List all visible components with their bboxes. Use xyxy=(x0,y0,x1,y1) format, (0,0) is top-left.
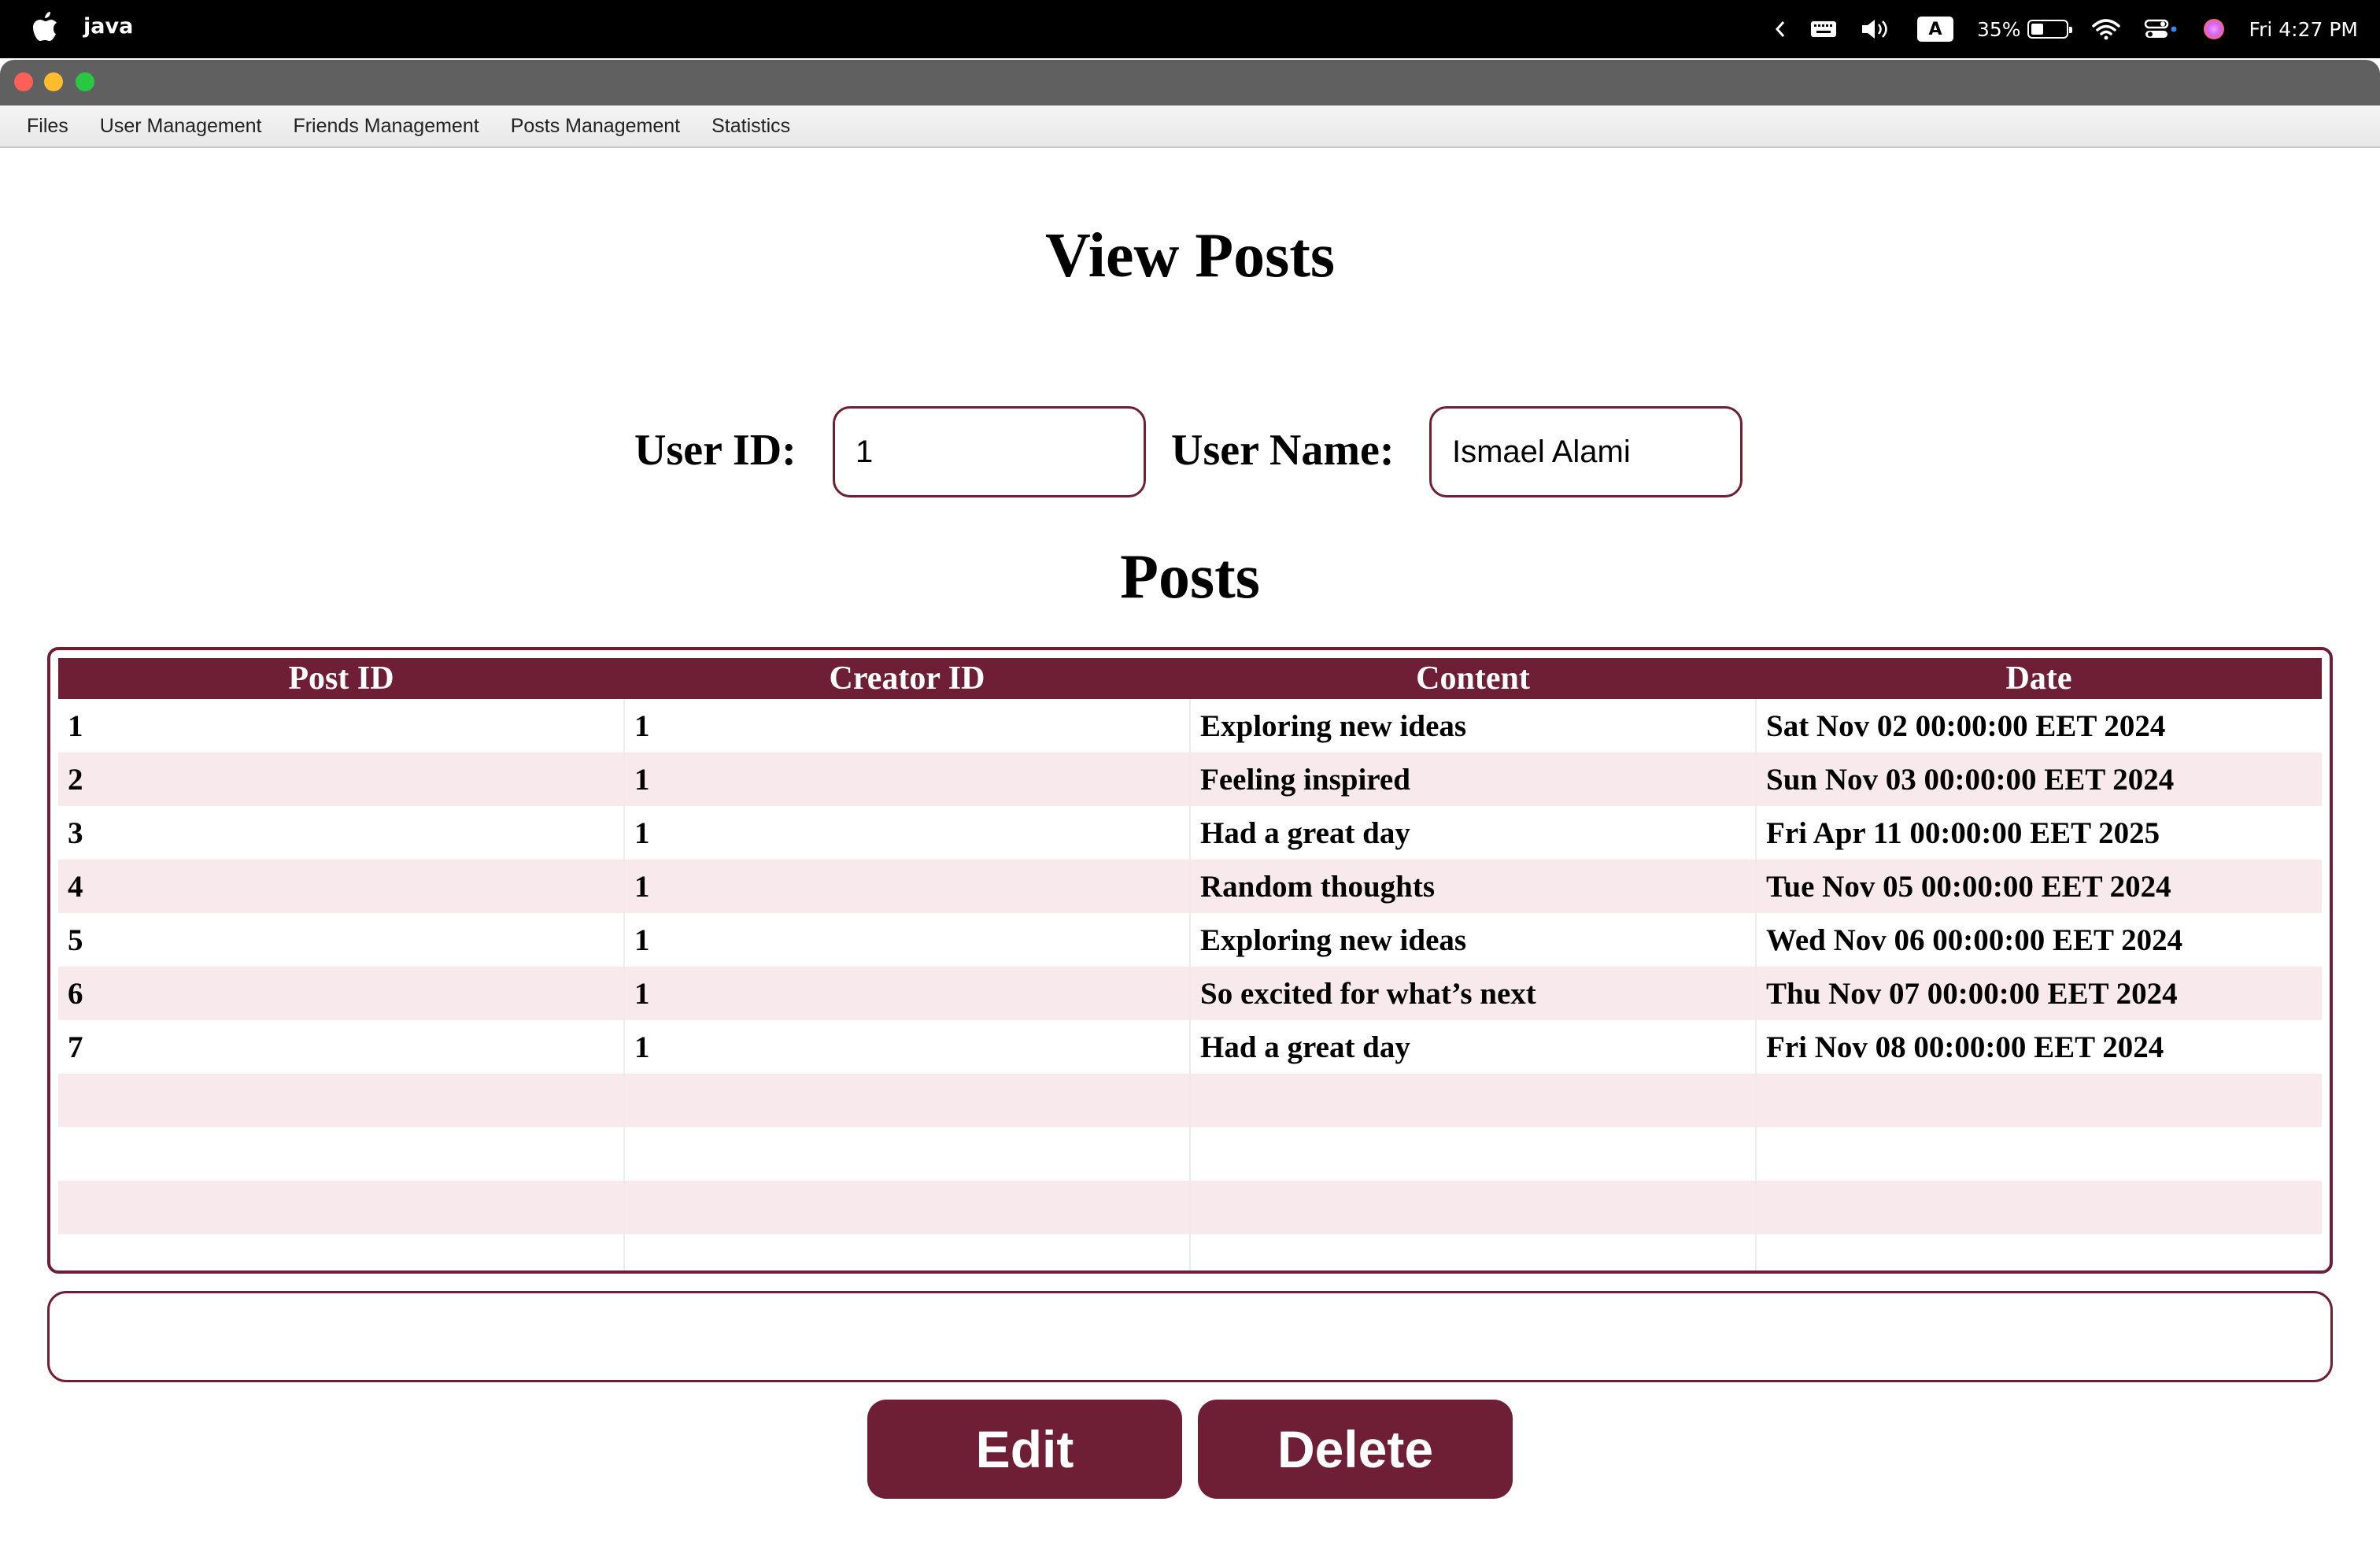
user-name-label: User Name: xyxy=(1171,426,1395,475)
menu-friends-management[interactable]: Friends Management xyxy=(277,115,494,138)
column-header-date[interactable]: Date xyxy=(1756,658,2322,699)
cell-empty[interactable] xyxy=(58,1234,625,1270)
user-id-label: User ID: xyxy=(634,426,796,475)
cell-creator-id[interactable]: 1 xyxy=(624,699,1191,753)
cell-content[interactable]: Had a great day xyxy=(1190,806,1757,860)
table-row[interactable]: 5 1 Exploring new ideas Wed Nov 06 00:00:00… xyxy=(58,913,2322,967)
control-center-icon[interactable] xyxy=(2144,18,2179,40)
close-window-button[interactable] xyxy=(14,72,33,91)
cell-creator-id[interactable]: 1 xyxy=(624,753,1191,806)
menu-files[interactable]: Files xyxy=(11,115,84,138)
cell-creator-id[interactable]: 1 xyxy=(624,913,1191,967)
table-row[interactable]: 3 1 Had a great day Fri Apr 11 00:00:00 EET… xyxy=(58,806,2322,860)
battery-icon[interactable] xyxy=(2027,20,2072,39)
cell-content[interactable]: Feeling inspired xyxy=(1190,753,1757,806)
cell-date[interactable]: Fri Nov 08 00:00:00 EET 2024 xyxy=(1756,1020,2322,1074)
table-row-empty[interactable] xyxy=(58,1181,2322,1234)
menu-posts-management[interactable]: Posts Management xyxy=(495,115,696,138)
menu-user-management[interactable]: User Management xyxy=(84,115,278,138)
app-menu-bar: Files User Management Friends Management… xyxy=(0,105,2380,148)
cell-post-id[interactable]: 7 xyxy=(58,1020,625,1074)
table-row-empty[interactable] xyxy=(58,1074,2322,1127)
edit-button[interactable]: Edit xyxy=(867,1400,1182,1499)
system-menu-bar: java A 35% Fri 4:27 PM xyxy=(0,0,2380,58)
cell-date[interactable]: Thu Nov 07 00:00:00 EET 2024 xyxy=(1756,967,2322,1020)
volume-icon[interactable] xyxy=(1861,18,1894,40)
cell-post-id[interactable]: 4 xyxy=(58,860,625,913)
cell-empty[interactable] xyxy=(1190,1127,1757,1181)
table-row-empty[interactable] xyxy=(58,1234,2322,1270)
page-title: View Posts xyxy=(1044,221,1336,290)
delete-button[interactable]: Delete xyxy=(1198,1400,1513,1499)
table-row[interactable]: 7 1 Had a great day Fri Nov 08 00:00:00 EET… xyxy=(58,1020,2322,1074)
posts-table: Post ID Creator ID Content Date 1 1 Explor… xyxy=(47,647,2333,1274)
cell-creator-id[interactable]: 1 xyxy=(624,806,1191,860)
status-area: A 35% Fri 4:27 PM xyxy=(1750,0,2358,58)
cell-content[interactable]: So excited for what’s next xyxy=(1190,967,1757,1020)
keyboard-icon[interactable] xyxy=(1810,20,1837,39)
table-header-row: Post ID Creator ID Content Date xyxy=(58,658,2322,699)
cell-post-id[interactable]: 6 xyxy=(58,967,625,1020)
cell-content[interactable]: Exploring new ideas xyxy=(1190,699,1757,753)
clock[interactable]: Fri 4:27 PM xyxy=(2249,18,2358,41)
cell-post-id[interactable]: 1 xyxy=(58,699,625,753)
cell-empty[interactable] xyxy=(1756,1181,2322,1234)
cell-empty[interactable] xyxy=(58,1074,625,1127)
cell-creator-id[interactable]: 1 xyxy=(624,860,1191,913)
cell-date[interactable]: Sat Nov 02 00:00:00 EET 2024 xyxy=(1756,699,2322,753)
wifi-icon[interactable] xyxy=(2091,18,2120,40)
column-header-content[interactable]: Content xyxy=(1190,658,1756,699)
cell-content[interactable]: Had a great day xyxy=(1190,1020,1757,1074)
apple-logo-icon[interactable] xyxy=(31,11,58,44)
cell-post-id[interactable]: 5 xyxy=(58,913,625,967)
posts-heading: Posts xyxy=(1120,542,1260,612)
input-source-indicator[interactable]: A xyxy=(1916,17,1953,42)
cell-date[interactable]: Wed Nov 06 00:00:00 EET 2024 xyxy=(1756,913,2322,967)
cell-content[interactable]: Exploring new ideas xyxy=(1190,913,1757,967)
cell-empty[interactable] xyxy=(1190,1181,1757,1234)
cell-empty[interactable] xyxy=(624,1234,1191,1270)
cell-creator-id[interactable]: 1 xyxy=(624,967,1191,1020)
cell-empty[interactable] xyxy=(624,1181,1191,1234)
siri-icon[interactable] xyxy=(2202,17,2226,41)
battery-percent: 35% xyxy=(1976,17,2021,41)
cell-empty[interactable] xyxy=(1756,1127,2322,1181)
user-id-field[interactable]: 1 xyxy=(833,406,1146,497)
cell-content[interactable]: Random thoughts xyxy=(1190,860,1757,913)
user-name-field[interactable]: Ismael Alami xyxy=(1429,406,1743,497)
table-row[interactable]: 1 1 Exploring new ideas Sat Nov 02 00:00:00… xyxy=(58,699,2322,753)
cell-empty[interactable] xyxy=(58,1181,625,1234)
cell-empty[interactable] xyxy=(1756,1234,2322,1270)
cell-empty[interactable] xyxy=(1190,1234,1757,1270)
table-row[interactable]: 2 1 Feeling inspired Sun Nov 03 00:00:00 EE… xyxy=(58,753,2322,806)
cell-date[interactable]: Tue Nov 05 00:00:00 EET 2024 xyxy=(1756,860,2322,913)
cell-date[interactable]: Fri Apr 11 00:00:00 EET 2025 xyxy=(1756,806,2322,860)
cell-post-id[interactable]: 2 xyxy=(58,753,625,806)
minimize-window-button[interactable] xyxy=(44,72,63,91)
chevron-left-icon[interactable] xyxy=(1774,20,1787,39)
column-header-creator-id[interactable]: Creator ID xyxy=(624,658,1190,699)
cell-empty[interactable] xyxy=(1190,1074,1757,1127)
post-content-input[interactable] xyxy=(47,1291,2333,1382)
cell-creator-id[interactable]: 1 xyxy=(624,1020,1191,1074)
table-row[interactable]: 6 1 So excited for what’s next Thu Nov 07 0… xyxy=(58,967,2322,1020)
zoom-window-button[interactable] xyxy=(76,72,94,91)
cell-post-id[interactable]: 3 xyxy=(58,806,625,860)
cell-empty[interactable] xyxy=(624,1127,1191,1181)
window-title-bar[interactable] xyxy=(0,60,2380,105)
menu-statistics[interactable]: Statistics xyxy=(696,115,806,138)
cell-empty[interactable] xyxy=(624,1074,1191,1127)
active-app-name[interactable]: java xyxy=(83,14,133,39)
table-row[interactable]: 4 1 Random thoughts Tue Nov 05 00:00:00 EET… xyxy=(58,860,2322,913)
table-row-empty[interactable] xyxy=(58,1127,2322,1181)
column-header-post-id[interactable]: Post ID xyxy=(58,658,624,699)
cell-empty[interactable] xyxy=(58,1127,625,1181)
cell-date[interactable]: Sun Nov 03 00:00:00 EET 2024 xyxy=(1756,753,2322,806)
cell-empty[interactable] xyxy=(1756,1074,2322,1127)
